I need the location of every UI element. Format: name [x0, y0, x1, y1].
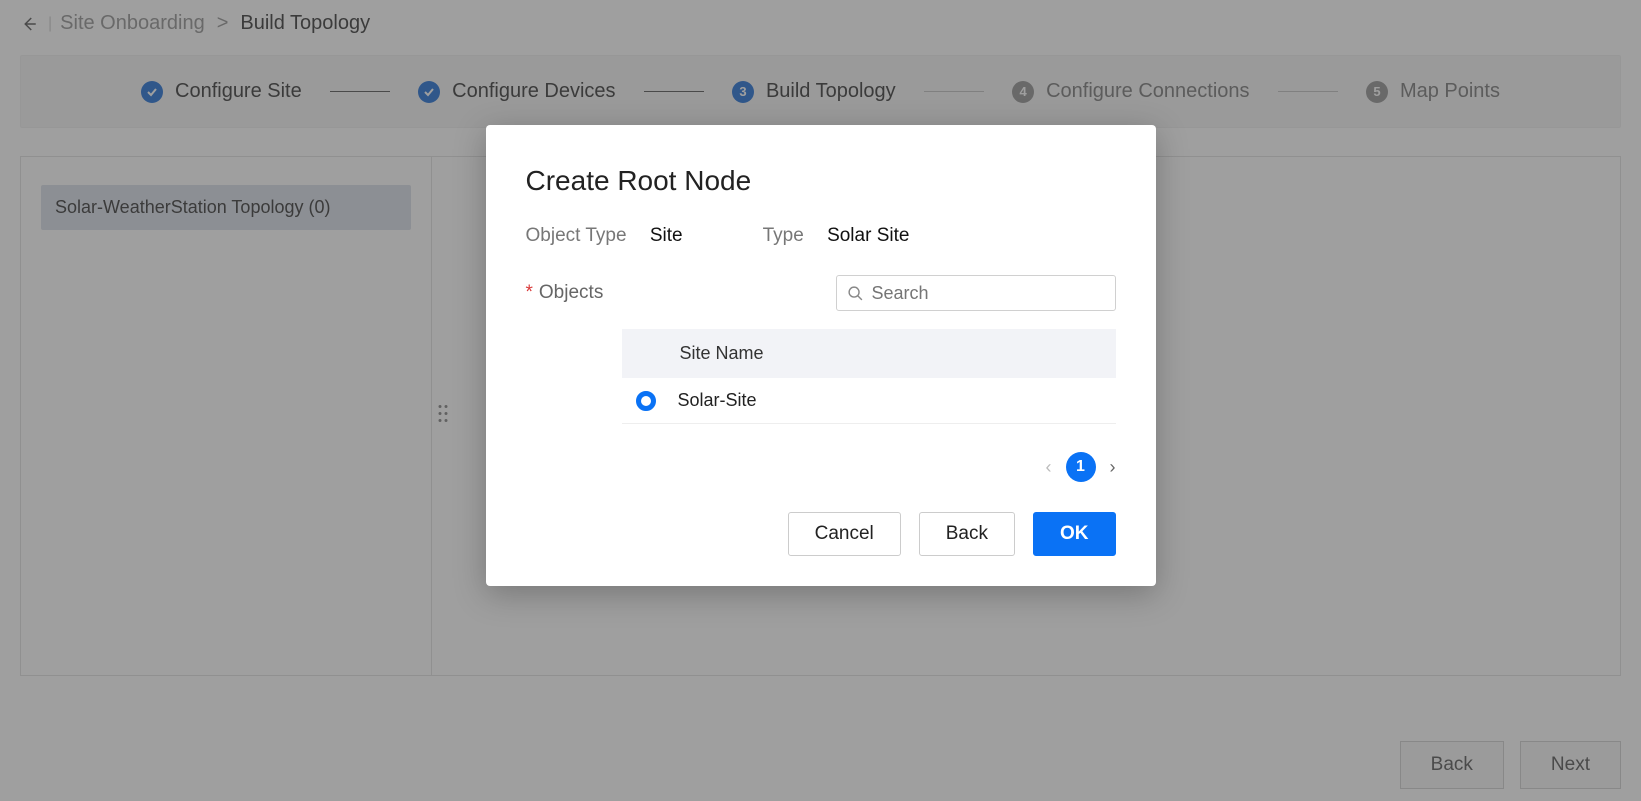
ok-button[interactable]: OK [1033, 512, 1116, 556]
column-header-site-name: Site Name [622, 329, 1116, 378]
objects-row: * Objects [526, 275, 1116, 311]
modal-back-button[interactable]: Back [919, 512, 1015, 556]
object-type-label: Object Type [526, 225, 627, 246]
modal-meta-row: Object Type Site Type Solar Site [526, 225, 1116, 247]
required-star-icon: * [526, 282, 533, 303]
type-label: Type [763, 225, 804, 246]
search-input[interactable] [870, 282, 1106, 305]
search-icon [847, 285, 864, 302]
cancel-button[interactable]: Cancel [788, 512, 901, 556]
site-name-cell: Solar-Site [678, 390, 757, 411]
modal-title: Create Root Node [526, 165, 1116, 197]
radio-selected-icon[interactable] [636, 391, 656, 411]
page-number[interactable]: 1 [1066, 452, 1096, 482]
search-box[interactable] [836, 275, 1116, 311]
page-next-icon[interactable]: › [1110, 457, 1116, 478]
object-type-value: Site [650, 225, 683, 246]
page-prev-icon[interactable]: ‹ [1046, 457, 1052, 478]
modal-footer: Cancel Back OK [526, 512, 1116, 556]
modal-overlay[interactable]: Create Root Node Object Type Site Type S… [0, 0, 1641, 801]
objects-label-text: Objects [539, 282, 603, 303]
type-value: Solar Site [827, 225, 909, 246]
objects-table: Site Name Solar-Site [622, 329, 1116, 424]
table-row[interactable]: Solar-Site [622, 378, 1116, 424]
create-root-node-modal: Create Root Node Object Type Site Type S… [486, 125, 1156, 586]
pagination: ‹ 1 › [526, 452, 1116, 482]
objects-label: * Objects [526, 282, 604, 304]
